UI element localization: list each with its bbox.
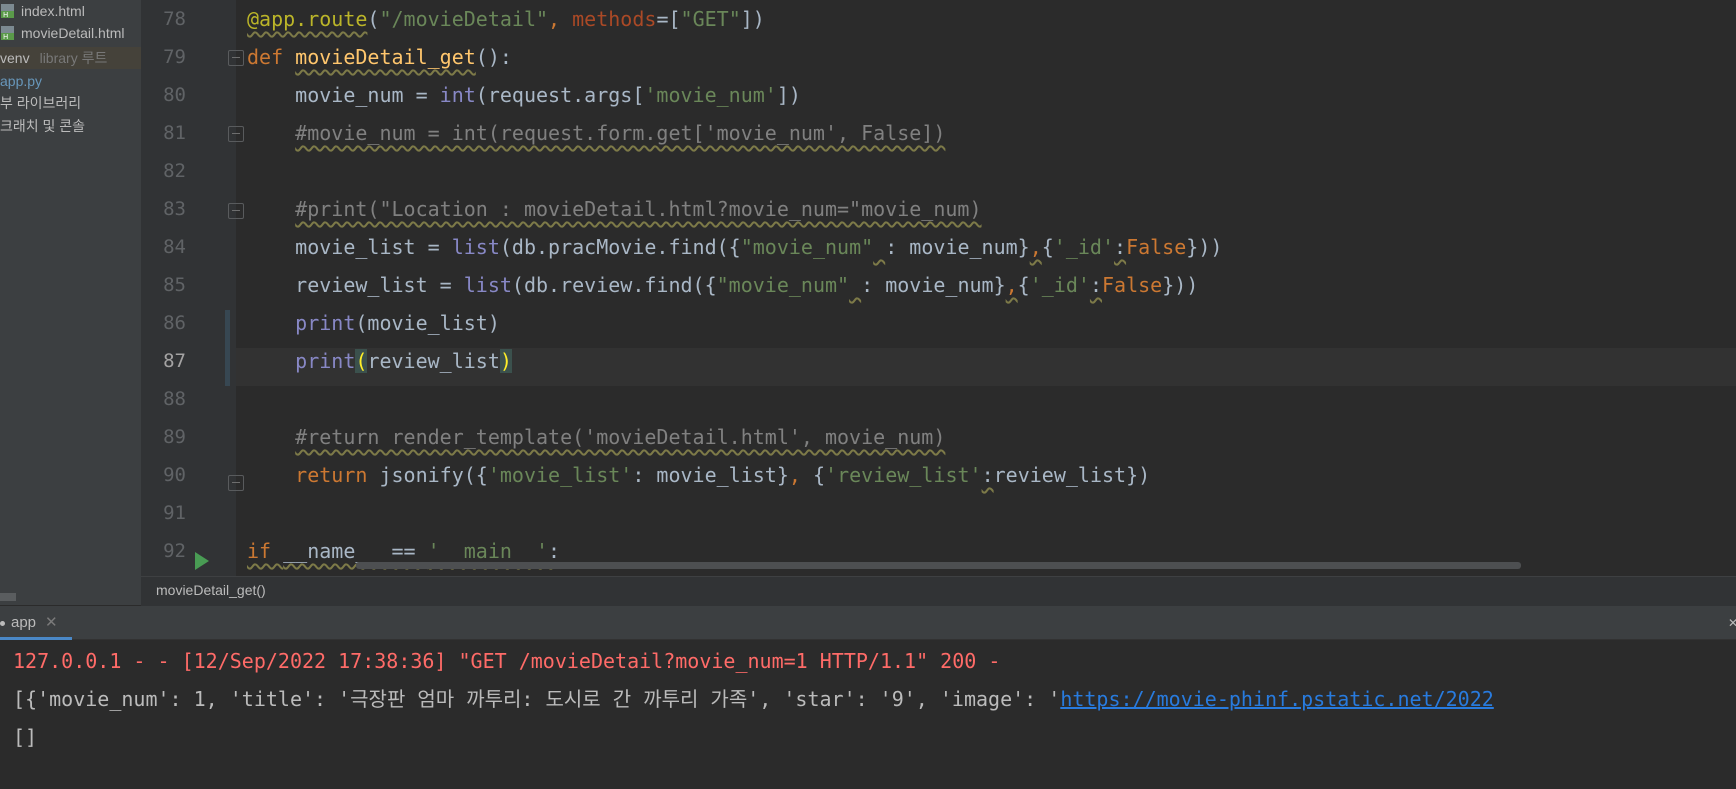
code-line: return jsonify({'movie_list': movie_list…	[295, 463, 1151, 487]
line-number: 89	[163, 426, 186, 448]
python-run-icon	[0, 621, 5, 626]
close-icon[interactable]: ✕	[45, 613, 58, 631]
tree-item-external-libraries[interactable]: 부 라이브러리	[0, 92, 141, 114]
run-tab-label: app	[11, 614, 37, 631]
panel-close-icon[interactable]: ✕	[1728, 616, 1736, 628]
output-text: [{'movie_num': 1, 'title': '극장판 엄마 까투리: …	[13, 687, 1061, 711]
run-tab-bar: app ✕ ✕	[0, 606, 1736, 640]
breadcrumb[interactable]: movieDetail_get()	[141, 576, 1736, 606]
project-tree: H index.html H movieDetail.html venv libr…	[0, 0, 141, 605]
line-number: 79	[163, 46, 186, 68]
line-number: 84	[163, 236, 186, 258]
tree-scrollbar[interactable]	[0, 593, 16, 601]
tree-item-label: venv library 루트	[0, 47, 107, 69]
function-name: movieDetail_get	[295, 45, 476, 69]
console-output-line: []	[13, 725, 38, 749]
line-number: 91	[163, 502, 186, 524]
tree-item-index-html[interactable]: H index.html	[0, 0, 141, 22]
line-number: 83	[163, 198, 186, 220]
tree-item-label: 크래치 및 콘솔	[0, 118, 86, 134]
line-number: 90	[163, 464, 186, 486]
code-editor[interactable]: 78 79 80 81 82 83 84 85 86 87 88 89 90 9…	[141, 0, 1736, 576]
output-link[interactable]: https://movie-phinf.pstatic.net/2022	[1060, 687, 1493, 711]
svg-text:H: H	[3, 11, 8, 18]
code-line: #return render_template('movieDetail.htm…	[295, 425, 946, 449]
code-line: #print("Location : movieDetail.html?movi…	[295, 197, 982, 221]
line-number: 86	[163, 312, 186, 334]
line-number: 82	[163, 160, 186, 182]
code-line: review_list = list(db.review.find({"movi…	[247, 273, 1199, 297]
line-number: 80	[163, 84, 186, 106]
breadcrumb-function[interactable]: movieDetail_get()	[156, 582, 266, 598]
tree-item-label: app.py	[0, 73, 43, 89]
run-panel: app ✕ ✕ 127.0.0.1 - - [12/Sep/2022 17:38…	[0, 606, 1736, 789]
tree-item-label: 부 라이브러리	[0, 95, 82, 111]
line-number: 85	[163, 274, 186, 296]
decorator: @app.route	[247, 7, 368, 31]
console-output-line: [{'movie_num': 1, 'title': '극장판 엄마 까투리: …	[13, 680, 1494, 718]
tree-item-venv[interactable]: venv library 루트	[0, 47, 141, 69]
fold-marker-icon[interactable]	[228, 126, 244, 142]
svg-text:H: H	[3, 33, 8, 40]
code-line: print(movie_list)	[295, 311, 500, 335]
html-file-icon: H	[1, 26, 14, 40]
tree-item-app-py[interactable]: app.py	[0, 70, 141, 92]
code-line-current: print(review_list)	[295, 349, 512, 373]
fold-marker-icon[interactable]	[228, 203, 244, 219]
line-number: 81	[163, 122, 186, 144]
html-file-icon: H	[1, 4, 14, 18]
code-line: @app.route("/movieDetail", methods=["GET…	[247, 7, 765, 31]
tree-item-label: movieDetail.html	[21, 25, 125, 41]
active-tab-underline	[0, 637, 72, 640]
tree-item-moviedetail-html[interactable]: H movieDetail.html	[0, 22, 141, 44]
code-line: movie_list = list(db.pracMovie.find({"mo…	[247, 235, 1223, 259]
line-gutter: 78 79 80 81 82 83 84 85 86 87 88 89 90 9…	[141, 0, 244, 576]
line-number: 88	[163, 388, 186, 410]
folder-name: venv	[0, 50, 30, 66]
change-marker	[225, 310, 230, 348]
change-marker	[225, 348, 230, 386]
code-line: movie_num = int(request.args['movie_num'…	[247, 83, 801, 107]
tree-item-scratches-consoles[interactable]: 크래치 및 콘솔	[0, 115, 141, 137]
run-icon[interactable]	[195, 552, 209, 570]
tree-item-label: index.html	[21, 3, 85, 19]
console-output-line: 127.0.0.1 - - [12/Sep/2022 17:38:36] "GE…	[13, 649, 1001, 673]
run-tab-app[interactable]: app ✕	[0, 606, 72, 640]
fold-marker-icon[interactable]	[228, 475, 244, 491]
horizontal-scrollbar[interactable]	[356, 562, 1521, 569]
line-number-current: 87	[163, 350, 186, 372]
fold-marker-icon[interactable]	[228, 50, 244, 66]
code-line: def movieDetail_get():	[247, 45, 512, 69]
folder-root-label: library 루트	[39, 50, 108, 66]
line-number: 78	[163, 8, 186, 30]
line-number: 92	[163, 540, 186, 562]
code-line: #movie_num = int(request.form.get['movie…	[295, 121, 946, 145]
